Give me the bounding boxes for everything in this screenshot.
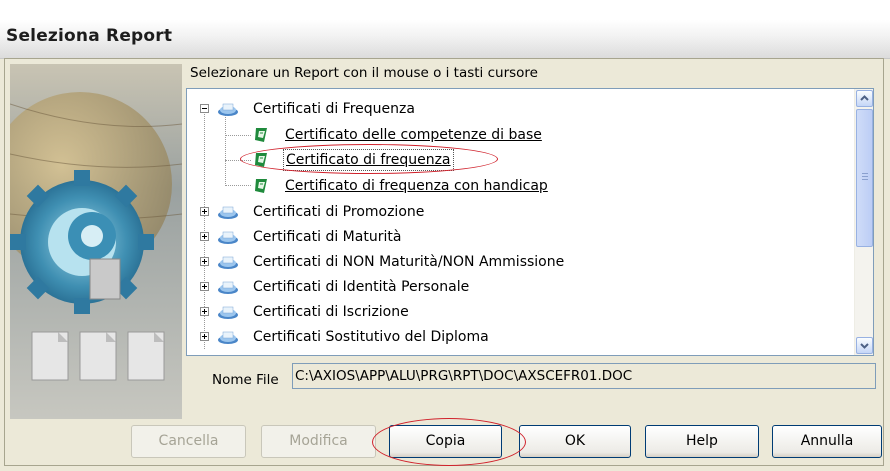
tree-item-label: Certificati di Frequenza (253, 101, 415, 117)
filename-label: Nome File (212, 372, 279, 388)
tree-item-label: Certificati di Maturità (253, 229, 402, 245)
expand-icon[interactable] (200, 257, 209, 266)
report-doc-icon (255, 153, 267, 167)
title-bar[interactable]: Seleziona Report (0, 20, 890, 59)
scroll-up-icon[interactable] (856, 90, 873, 107)
report-doc-icon (255, 179, 267, 193)
help-button[interactable]: Help (645, 425, 759, 458)
grip-line (862, 176, 868, 177)
collapse-icon[interactable] (200, 104, 209, 113)
expand-icon[interactable] (200, 282, 209, 291)
ok-button[interactable]: OK (519, 425, 631, 458)
tree-item-report[interactable]: Certificato delle competenze di base (187, 123, 847, 147)
tree-item-report-selected[interactable]: Certificato di frequenza (187, 148, 847, 172)
report-doc-icon (255, 128, 267, 142)
tree-item-folder[interactable]: Certificati di NON Maturità/NON Ammissio… (187, 250, 847, 274)
expand-icon[interactable] (200, 307, 209, 316)
expand-icon[interactable] (200, 207, 209, 216)
top-white-band (0, 0, 890, 20)
decorative-gear-image (10, 64, 182, 419)
dialog-title: Seleziona Report (6, 26, 173, 46)
annulla-button[interactable]: Annulla (772, 425, 882, 458)
tree-scrollbar[interactable] (854, 89, 873, 355)
tree-item-label: Certificati di NON Maturità/NON Ammissio… (253, 254, 565, 270)
tree-item-label: Certificato delle competenze di base (285, 127, 542, 143)
expand-icon[interactable] (200, 232, 209, 241)
chevron-up-icon (860, 95, 869, 101)
tree-item-label: Certificato di frequenza (283, 149, 454, 171)
tree-item-folder[interactable]: Certificati di Maturità (187, 225, 847, 249)
tree-item-folder[interactable]: Certificati di Iscrizione (187, 300, 847, 324)
tree-item-report[interactable]: Certificato di frequenza con handicap (187, 174, 847, 198)
scroll-thumb[interactable] (856, 109, 873, 247)
tree-item-label: Certificato di frequenza con handicap (285, 178, 548, 194)
folder-icon (218, 231, 238, 244)
instruction-text: Selezionare un Report con il mouse o i t… (190, 65, 538, 81)
grip-line (862, 179, 868, 180)
folder-icon (218, 103, 238, 116)
folder-icon (218, 256, 238, 269)
dialog-window: Seleziona Report Selezionare un Report c… (0, 0, 890, 471)
grip-line (862, 173, 868, 174)
tree-item-label: Certificati di Iscrizione (253, 304, 409, 320)
modifica-button[interactable]: Modifica (261, 425, 376, 458)
cancella-button[interactable]: Cancella (131, 425, 246, 458)
tree-item-label: Certificati Sostitutivo del Diploma (253, 329, 489, 345)
tree-item-label: Certificati di Promozione (253, 204, 425, 220)
tree-item-folder[interactable]: Certificati di Identità Personale (187, 275, 847, 299)
copia-button[interactable]: Copia (389, 425, 502, 458)
report-tree[interactable]: Certificati di Frequenza Certificato del… (186, 88, 874, 356)
tree-item-label: Certificati di Identità Personale (253, 279, 470, 295)
folder-icon (218, 206, 238, 219)
tree-item-folder[interactable]: Certificati Sostitutivo del Diploma (187, 325, 847, 349)
tree-item-folder[interactable]: Certificati di Promozione (187, 200, 847, 224)
folder-icon (218, 306, 238, 319)
chevron-down-icon (860, 343, 869, 349)
folder-icon (218, 281, 238, 294)
filename-field[interactable]: C:\AXIOS\APP\ALU\PRG\RPT\DOC\AXSCEFR01.D… (292, 363, 876, 389)
tree-item-folder[interactable]: Certificati di Frequenza (187, 97, 847, 121)
folder-icon (218, 331, 238, 344)
scroll-down-icon[interactable] (856, 337, 873, 354)
expand-icon[interactable] (200, 332, 209, 341)
